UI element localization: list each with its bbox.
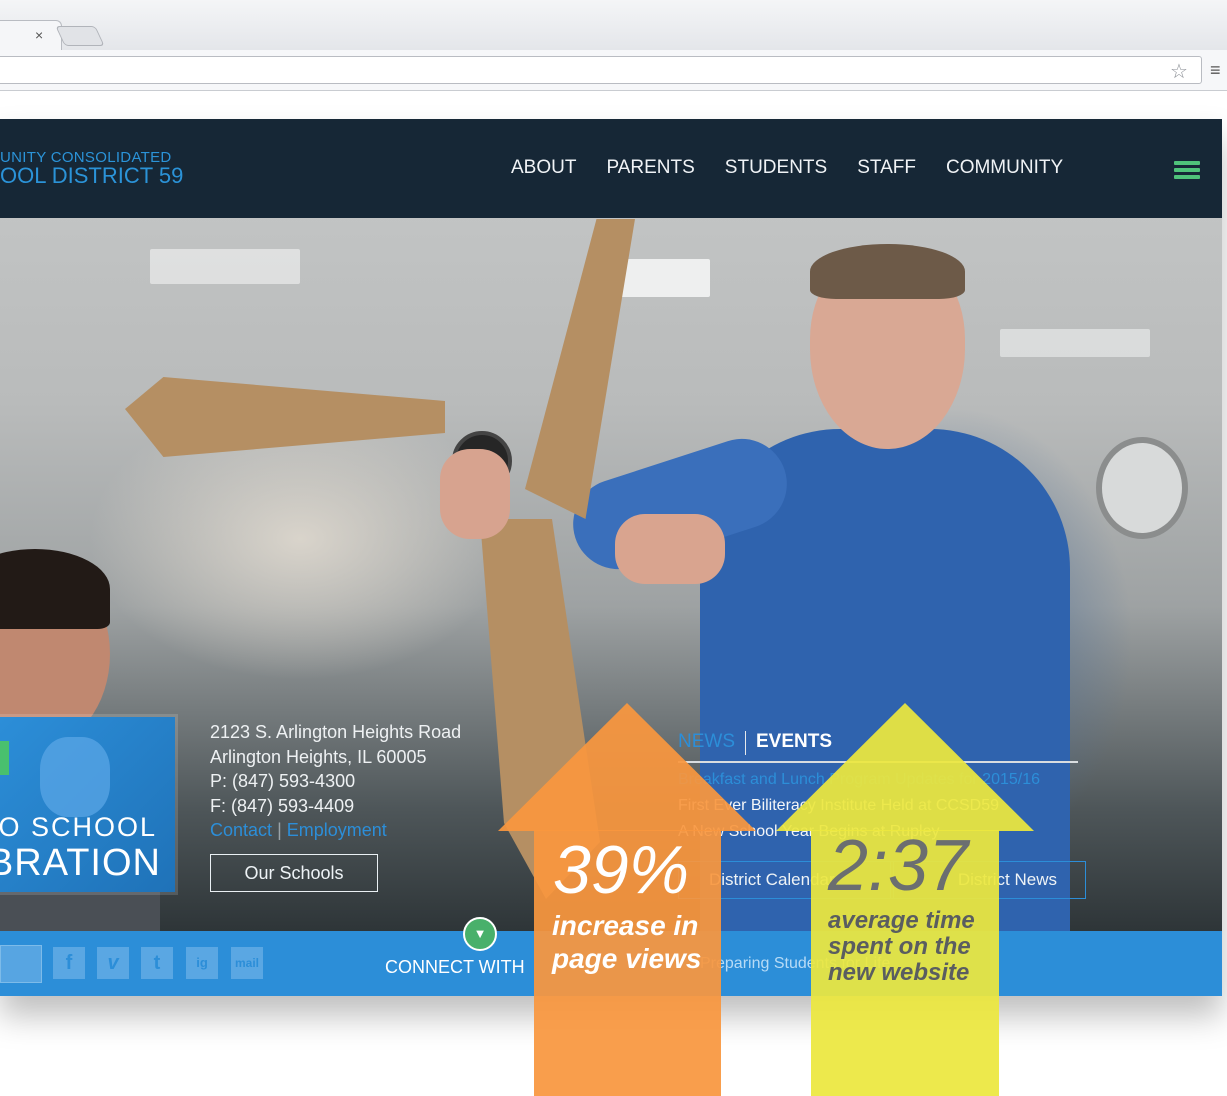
browser-toolbar: ☆ ≡ xyxy=(0,50,1227,91)
nav-item-students[interactable]: STUDENTS xyxy=(725,157,827,179)
link-separator: | xyxy=(277,820,282,840)
facebook-icon[interactable]: f xyxy=(53,947,85,979)
time-on-site-stat-arrow: 2:37 average time spent on the new websi… xyxy=(776,703,1034,1096)
site-header: UNITY CONSOLIDATED OOL DISTRICT 59 ABOUT… xyxy=(0,119,1222,218)
page-views-stat-arrow: 39% increase in page views xyxy=(498,703,757,1096)
time-on-site-stat-label-line2: spent on the xyxy=(828,933,971,960)
nav-item-about[interactable]: ABOUT xyxy=(511,157,576,179)
employment-link[interactable]: Employment xyxy=(287,820,387,840)
phone-number: P: (847) 593-4300 xyxy=(210,771,356,791)
windmill-blade-image xyxy=(125,377,445,457)
windmill-blade-image xyxy=(525,219,635,519)
time-on-site-stat-label-line1: average time xyxy=(828,907,975,934)
footer-search-input[interactable] xyxy=(0,945,42,983)
hamburger-menu-icon[interactable] xyxy=(1174,161,1200,179)
hand-image xyxy=(440,449,510,539)
fax-number: F: (847) 593-4409 xyxy=(210,795,355,816)
hand-image xyxy=(615,514,725,584)
back-to-school-promo[interactable]: O SCHOOL BRATION xyxy=(0,717,175,892)
connect-toggle-icon[interactable]: ▼ xyxy=(463,917,497,951)
time-on-site-stat-label-line3: new website xyxy=(828,959,970,986)
email-icon[interactable]: mail xyxy=(231,947,263,979)
twitter-icon[interactable]: t xyxy=(141,947,173,979)
main-nav: ABOUT PARENTS STUDENTS STAFF COMMUNITY xyxy=(511,157,1093,179)
page-views-stat-value: 39% xyxy=(553,832,690,908)
page-views-stat-label-line2: page views xyxy=(552,943,702,974)
close-tab-icon[interactable]: × xyxy=(35,27,43,43)
promo-title-line1: O SCHOOL xyxy=(0,812,157,842)
browser-tab[interactable] xyxy=(0,20,62,51)
browser-tabstrip: × xyxy=(0,0,1227,51)
address-line2: Arlington Heights, IL 60005 xyxy=(210,746,427,767)
address-bar[interactable] xyxy=(0,56,1202,84)
nav-item-staff[interactable]: STAFF xyxy=(857,157,916,179)
promo-photo xyxy=(40,737,110,817)
bookmark-star-icon[interactable]: ☆ xyxy=(1170,59,1188,84)
district-logo-line2[interactable]: OOL DISTRICT 59 xyxy=(0,163,183,189)
browser-menu-icon[interactable]: ≡ xyxy=(1210,60,1221,81)
our-schools-button[interactable]: Our Schools xyxy=(210,854,378,892)
vimeo-icon[interactable]: v xyxy=(97,947,129,979)
instagram-icon[interactable]: ig xyxy=(186,947,218,979)
promo-accent xyxy=(0,741,9,775)
contact-link[interactable]: Contact xyxy=(210,820,272,840)
new-tab-button[interactable] xyxy=(55,26,105,46)
address-line1: 2123 S. Arlington Heights Road xyxy=(210,722,462,742)
time-on-site-stat-value: 2:37 xyxy=(828,826,969,906)
promo-title-line2: BRATION xyxy=(0,842,161,884)
nav-item-parents[interactable]: PARENTS xyxy=(606,157,694,179)
district-contact-info: 2123 S. Arlington Heights Road Arlington… xyxy=(210,720,461,843)
nav-item-community[interactable]: COMMUNITY xyxy=(946,157,1063,179)
page-views-stat-label-line1: increase in xyxy=(552,910,699,941)
